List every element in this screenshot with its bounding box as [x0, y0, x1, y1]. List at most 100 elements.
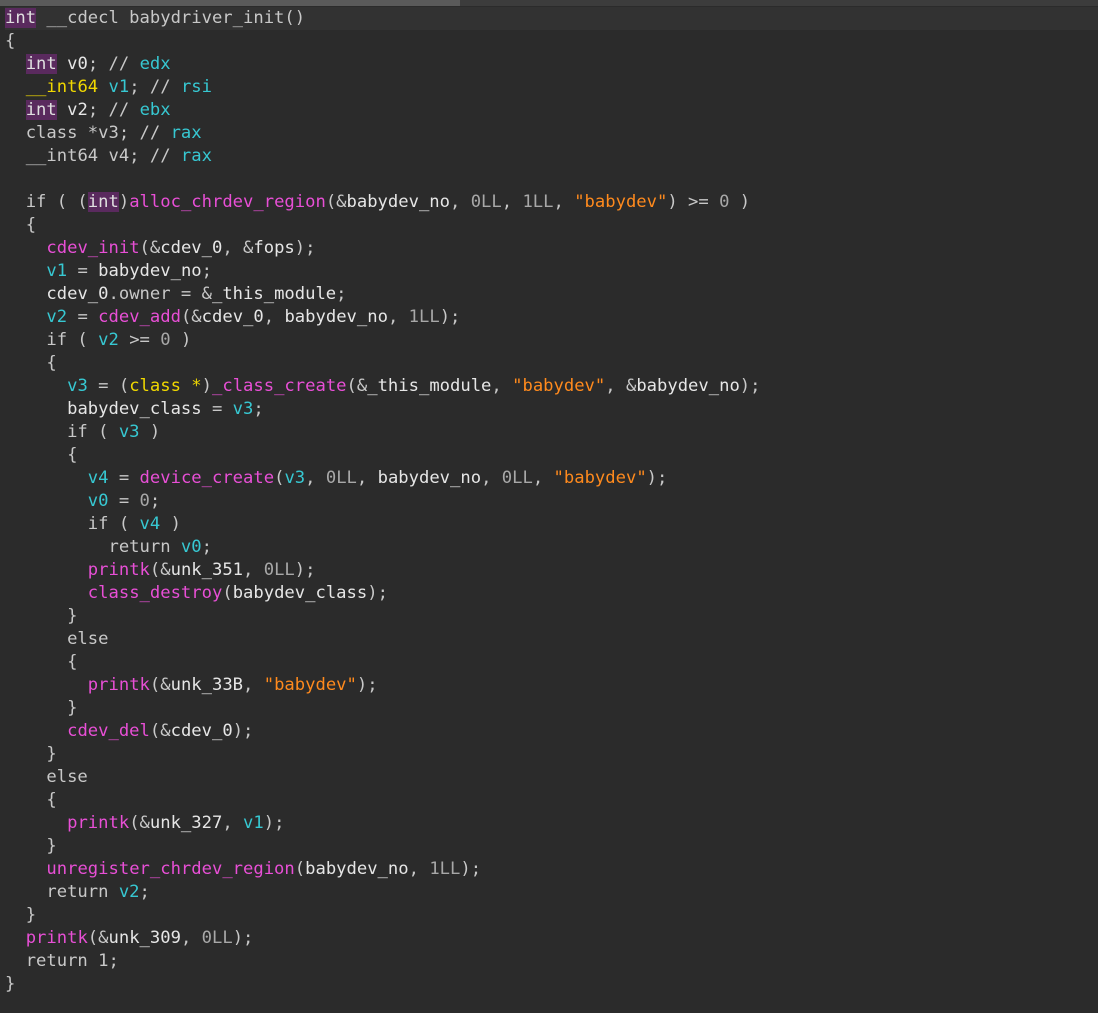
- code-token: if (: [5, 330, 99, 350]
- code-line[interactable]: {: [5, 30, 1098, 53]
- code-line[interactable]: cdev_0.owner = &_this_module;: [5, 283, 1098, 306]
- code-token: v3: [232, 399, 254, 419]
- code-line[interactable]: v3 = (class *)_class_create(&_this_modul…: [5, 375, 1098, 398]
- code-token: ,: [263, 307, 285, 327]
- scrollbar-track[interactable]: [460, 0, 1098, 6]
- code-token: int: [25, 54, 57, 74]
- code-line[interactable]: {: [5, 789, 1098, 812]
- code-token: else: [5, 767, 88, 787]
- code-line[interactable]: int v2; // ebx: [5, 99, 1098, 122]
- code-token: unk_309: [108, 928, 181, 948]
- code-token: (: [274, 468, 285, 488]
- code-token: ,: [501, 192, 523, 212]
- code-line[interactable]: if ( (int)alloc_chrdev_region(&babydev_n…: [5, 191, 1098, 214]
- code-line[interactable]: else: [5, 766, 1098, 789]
- code-line[interactable]: int v0; // edx: [5, 53, 1098, 76]
- code-line[interactable]: class_destroy(babydev_class);: [5, 582, 1098, 605]
- code-line[interactable]: v1 = babydev_no;: [5, 260, 1098, 283]
- code-token: babydev_no: [284, 307, 388, 327]
- code-token: ,: [222, 813, 244, 833]
- code-token: ebx: [139, 100, 171, 120]
- code-line[interactable]: v2 = cdev_add(&cdev_0, babydev_no, 1LL);: [5, 306, 1098, 329]
- code-line[interactable]: cdev_del(&cdev_0);: [5, 720, 1098, 743]
- code-line[interactable]: }: [5, 904, 1098, 927]
- code-token: rax: [180, 146, 212, 166]
- code-line[interactable]: {: [5, 352, 1098, 375]
- code-token: if (: [5, 514, 140, 534]
- code-token: _class_create: [212, 376, 347, 396]
- code-token: cdev_init: [46, 238, 140, 258]
- code-token: ;: [149, 491, 161, 511]
- code-line[interactable]: printk(&unk_351, 0LL);: [5, 559, 1098, 582]
- code-token: if (: [5, 422, 119, 442]
- code-line[interactable]: v4 = device_create(v3, 0LL, babydev_no, …: [5, 467, 1098, 490]
- code-line[interactable]: unregister_chrdev_region(babydev_no, 1LL…: [5, 858, 1098, 881]
- code-line[interactable]: babydev_class = v3;: [5, 398, 1098, 421]
- code-token: fops: [253, 238, 295, 258]
- code-token: =: [201, 399, 233, 419]
- scrollbar-thumb[interactable]: [0, 0, 460, 6]
- code-token: ;: [201, 261, 212, 281]
- code-token: cdev_del: [67, 721, 150, 741]
- code-token: v2: [118, 882, 140, 902]
- code-token: ) >=: [667, 192, 720, 212]
- code-line[interactable]: __int64 v4; // rax: [5, 145, 1098, 168]
- code-token: ,: [356, 468, 378, 488]
- code-token: class *: [129, 376, 202, 396]
- code-line[interactable]: v0 = 0;: [5, 490, 1098, 513]
- code-line[interactable]: else: [5, 628, 1098, 651]
- code-token: int: [87, 192, 119, 212]
- code-line[interactable]: int __cdecl babydriver_init(): [5, 7, 1098, 30]
- code-token: }: [5, 606, 78, 626]
- code-token: class_destroy: [87, 583, 223, 603]
- code-token: v3: [67, 376, 88, 396]
- code-line[interactable]: }: [5, 835, 1098, 858]
- code-line[interactable]: }: [5, 605, 1098, 628]
- code-line[interactable]: }: [5, 973, 1098, 996]
- code-line[interactable]: {: [5, 651, 1098, 674]
- code-line[interactable]: if ( v3 ): [5, 421, 1098, 444]
- code-token: v1: [108, 77, 130, 97]
- code-token: =: [108, 468, 140, 488]
- code-token: );: [356, 675, 378, 695]
- code-token: babydev_class: [67, 399, 202, 419]
- code-line[interactable]: printk(&unk_327, v1);: [5, 812, 1098, 835]
- pseudocode-view[interactable]: int __cdecl babydriver_init(){ int v0; /…: [5, 7, 1098, 996]
- code-token: v3: [284, 468, 306, 488]
- code-line[interactable]: cdev_init(&cdev_0, &fops);: [5, 237, 1098, 260]
- code-line[interactable]: class *v3; // rax: [5, 122, 1098, 145]
- code-token: rsi: [180, 77, 212, 97]
- code-line[interactable]: return v2;: [5, 881, 1098, 904]
- code-line[interactable]: {: [5, 214, 1098, 237]
- horizontal-scrollbar[interactable]: [0, 0, 1098, 6]
- code-line[interactable]: }: [5, 743, 1098, 766]
- code-line[interactable]: [5, 168, 1098, 191]
- code-token: (: [222, 583, 233, 603]
- code-line[interactable]: printk(&unk_309, 0LL);: [5, 927, 1098, 950]
- code-token: ): [160, 514, 181, 534]
- code-line[interactable]: return 1;: [5, 950, 1098, 973]
- code-line[interactable]: if ( v2 >= 0 ): [5, 329, 1098, 352]
- code-token: (&: [325, 192, 347, 212]
- code-line[interactable]: }: [5, 697, 1098, 720]
- code-line[interactable]: return v0;: [5, 536, 1098, 559]
- code-token: unk_33B: [170, 675, 244, 695]
- code-token: =: [108, 491, 140, 511]
- code-token: cdev_0: [46, 284, 109, 304]
- code-token: {: [5, 353, 57, 373]
- code-token: printk: [87, 560, 150, 580]
- code-line[interactable]: if ( v4 ): [5, 513, 1098, 536]
- code-token: 1LL: [429, 859, 461, 879]
- code-token: v2: [67, 100, 88, 120]
- code-token: unregister_chrdev_region: [46, 859, 295, 879]
- code-line[interactable]: {: [5, 444, 1098, 467]
- code-line[interactable]: printk(&unk_33B, "babydev");: [5, 674, 1098, 697]
- code-token: int: [5, 8, 37, 28]
- code-line[interactable]: __int64 v1; // rsi: [5, 76, 1098, 99]
- code-token: );: [739, 376, 761, 396]
